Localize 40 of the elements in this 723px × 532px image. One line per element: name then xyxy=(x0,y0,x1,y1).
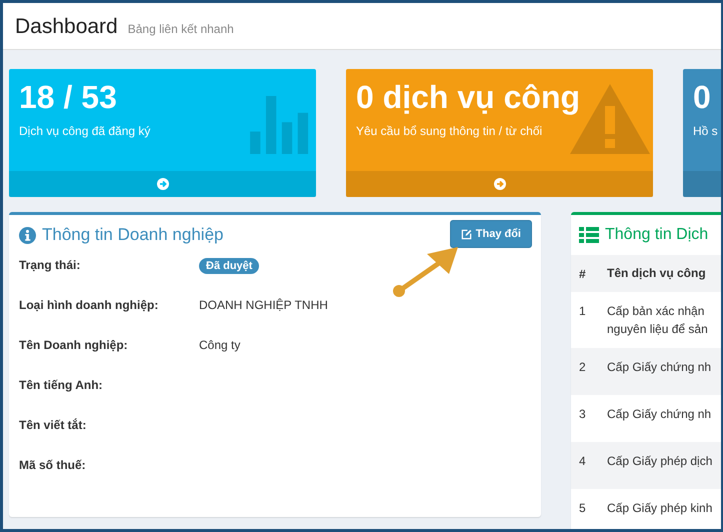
table-cell-text: Cấp Giấy chứng nh xyxy=(607,359,712,376)
page-title: Dashboard xyxy=(15,15,118,39)
info-icon xyxy=(19,226,36,244)
field-label: Tên viết tắt: xyxy=(19,418,88,432)
field-label: Tên tiếng Anh: xyxy=(19,378,104,392)
edit-icon xyxy=(460,228,472,240)
tile-label: Yêu cầu bổ sung thông tin / từ chối xyxy=(356,124,544,138)
field-label: Trạng thái: xyxy=(19,258,82,272)
bar-chart-icon xyxy=(249,96,311,154)
table-cell-text: Cấp bản xác nhận nguyên liệu để sản xyxy=(607,303,708,338)
table-cell-text: 4 xyxy=(578,453,587,470)
tile-value: 0 dịch vụ công xyxy=(356,79,582,116)
table-cell-text: Cấp Giấy chứng nh xyxy=(607,406,712,423)
tile-label: Hồ s xyxy=(693,124,719,138)
table-cell-text: 2 xyxy=(578,359,587,376)
page-subtitle: Bảng liên kết nhanh xyxy=(128,22,234,36)
field-value: DOANH NGHIỆP TNHH xyxy=(199,298,328,312)
table-cell-text: 1 xyxy=(578,303,587,320)
tile-label: Dịch vụ công đã đăng ký xyxy=(19,124,152,138)
table-cell-text: 3 xyxy=(578,406,587,423)
panel-title: Thông tin Dịch xyxy=(605,226,708,244)
table-cell-text: Cấp Giấy phép kinh xyxy=(607,500,712,517)
arrow-circle-icon xyxy=(494,178,506,190)
field-value: Công ty xyxy=(199,338,240,352)
arrow-circle-icon xyxy=(156,178,168,190)
panel-title: Thông tin Doanh nghiệp xyxy=(42,225,224,245)
table-cell-text: 5 xyxy=(578,500,587,517)
column-header: Tên dịch vụ công xyxy=(607,265,706,282)
tile-footer[interactable] xyxy=(9,171,316,197)
field-label: Mã số thuế: xyxy=(19,458,87,472)
tile-value: 18 / 53 xyxy=(19,79,118,116)
table-cell-text: Cấp Giấy phép dịch xyxy=(607,453,712,470)
status-badge: Đã duyệt xyxy=(199,258,260,274)
tile-footer[interactable] xyxy=(346,171,653,197)
column-header: # xyxy=(578,266,587,280)
edit-button[interactable]: Thay đổi xyxy=(450,220,532,248)
tile-value: 0 xyxy=(693,79,712,116)
list-icon xyxy=(579,227,599,243)
field-label: Loại hình doanh nghiệp: xyxy=(19,298,160,312)
field-label: Tên Doanh nghiệp: xyxy=(19,338,129,352)
